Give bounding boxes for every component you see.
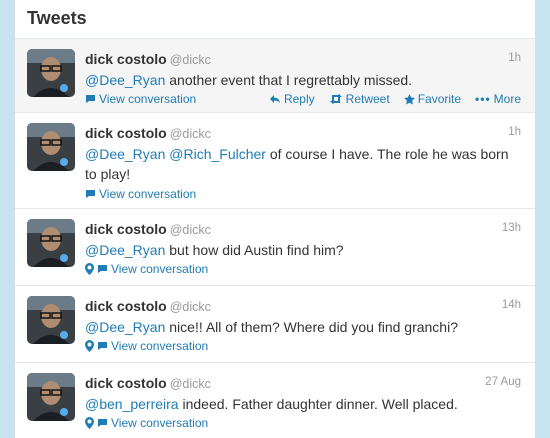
- tweet-timestamp[interactable]: 1h: [508, 126, 521, 138]
- view-conversation-link[interactable]: View conversation: [111, 339, 208, 353]
- more-dots-icon: •••: [475, 92, 491, 106]
- mention-link[interactable]: @Dee_Ryan: [85, 146, 165, 162]
- mention-link[interactable]: @Dee_Ryan: [85, 242, 165, 258]
- retweet-icon: [329, 94, 342, 104]
- panel-header: Tweets: [15, 0, 535, 39]
- tweet-author: dick costolo @dickc: [85, 375, 211, 391]
- retweet-button[interactable]: Retweet: [329, 92, 390, 106]
- author-name[interactable]: dick costolo: [85, 375, 167, 391]
- tweets-panel: Tweets dick costolo @dickc 1h @Dee_Ryan a…: [14, 0, 536, 438]
- avatar[interactable]: [27, 219, 75, 267]
- tweet-timestamp[interactable]: 14h: [502, 299, 521, 311]
- tweet-item[interactable]: dick costolo @dickc 1h @Dee_Ryan @Rich_Fu…: [15, 113, 535, 209]
- reply-icon: [269, 95, 280, 103]
- reply-button[interactable]: Reply: [269, 92, 315, 106]
- tweet-author: dick costolo @dickc: [85, 51, 211, 67]
- tweet-timestamp[interactable]: 13h: [502, 222, 521, 234]
- mention-link[interactable]: @ben_perreira: [85, 396, 179, 412]
- view-conversation-link[interactable]: View conversation: [111, 262, 208, 276]
- star-icon: [403, 93, 415, 104]
- tweet-timestamp[interactable]: 1h: [508, 52, 521, 64]
- author-handle[interactable]: @dickc: [170, 53, 211, 67]
- author-name[interactable]: dick costolo: [85, 125, 167, 141]
- favorite-button[interactable]: Favorite: [403, 92, 461, 106]
- view-conversation-link[interactable]: View conversation: [85, 92, 196, 106]
- avatar[interactable]: [27, 49, 75, 97]
- tweet-meta: View conversation: [85, 262, 208, 276]
- conversation-icon: [86, 95, 95, 103]
- view-conversation-label: View conversation: [99, 187, 197, 201]
- more-button[interactable]: ••• More: [475, 92, 521, 106]
- author-handle[interactable]: @dickc: [170, 300, 211, 314]
- author-handle[interactable]: @dickc: [170, 223, 211, 237]
- location-pin-icon[interactable]: [85, 263, 94, 275]
- tweet-item[interactable]: dick costolo @dickc 13h @Dee_Ryan but how…: [15, 209, 535, 286]
- conversation-icon: [98, 265, 107, 273]
- tweet-item[interactable]: dick costolo @dickc 1h @Dee_Ryan another …: [15, 39, 535, 113]
- conversation-icon: [98, 419, 107, 427]
- view-conversation-link[interactable]: View conversation: [85, 187, 196, 201]
- tweet-meta: View conversation: [85, 416, 208, 430]
- location-pin-icon[interactable]: [85, 417, 94, 429]
- location-pin-icon[interactable]: [85, 340, 94, 352]
- mention-link[interactable]: @Rich_Fulcher: [169, 146, 266, 162]
- conversation-icon: [98, 342, 107, 350]
- tweet-author: dick costolo @dickc: [85, 125, 211, 141]
- mention-link[interactable]: @Dee_Ryan: [85, 72, 165, 88]
- author-name[interactable]: dick costolo: [85, 51, 167, 67]
- tweet-text: @ben_perreira indeed. Father daughter di…: [85, 396, 458, 412]
- tweet-text: @Dee_Ryan nice!! All of them? Where did …: [85, 319, 458, 335]
- view-conversation-label: View conversation: [99, 92, 197, 106]
- tweet-author: dick costolo @dickc: [85, 221, 211, 237]
- tweet-text: @Dee_Ryan @Rich_Fulcher of course I have…: [85, 146, 509, 182]
- tweet-text: @Dee_Ryan but how did Austin find him?: [85, 242, 344, 258]
- tweet-actions: Reply Retweet Favorite ••• More: [269, 92, 521, 106]
- tweet-meta: View conversation: [85, 339, 208, 353]
- author-handle[interactable]: @dickc: [170, 127, 211, 141]
- conversation-icon: [86, 190, 95, 198]
- author-name[interactable]: dick costolo: [85, 298, 167, 314]
- avatar[interactable]: [27, 123, 75, 171]
- tweet-author: dick costolo @dickc: [85, 298, 211, 314]
- avatar[interactable]: [27, 373, 75, 421]
- tweet-item[interactable]: dick costolo @dickc 14h @Dee_Ryan nice!! …: [15, 286, 535, 363]
- tweet-text: @Dee_Ryan another event that I regrettab…: [85, 72, 413, 88]
- avatar[interactable]: [27, 296, 75, 344]
- tweet-timestamp[interactable]: 27 Aug: [485, 376, 521, 388]
- view-conversation-link[interactable]: View conversation: [111, 416, 208, 430]
- author-name[interactable]: dick costolo: [85, 221, 167, 237]
- tweet-item[interactable]: dick costolo @dickc 27 Aug @ben_perreira …: [15, 363, 535, 438]
- mention-link[interactable]: @Dee_Ryan: [85, 319, 165, 335]
- author-handle[interactable]: @dickc: [170, 377, 211, 391]
- panel-title: Tweets: [27, 8, 87, 28]
